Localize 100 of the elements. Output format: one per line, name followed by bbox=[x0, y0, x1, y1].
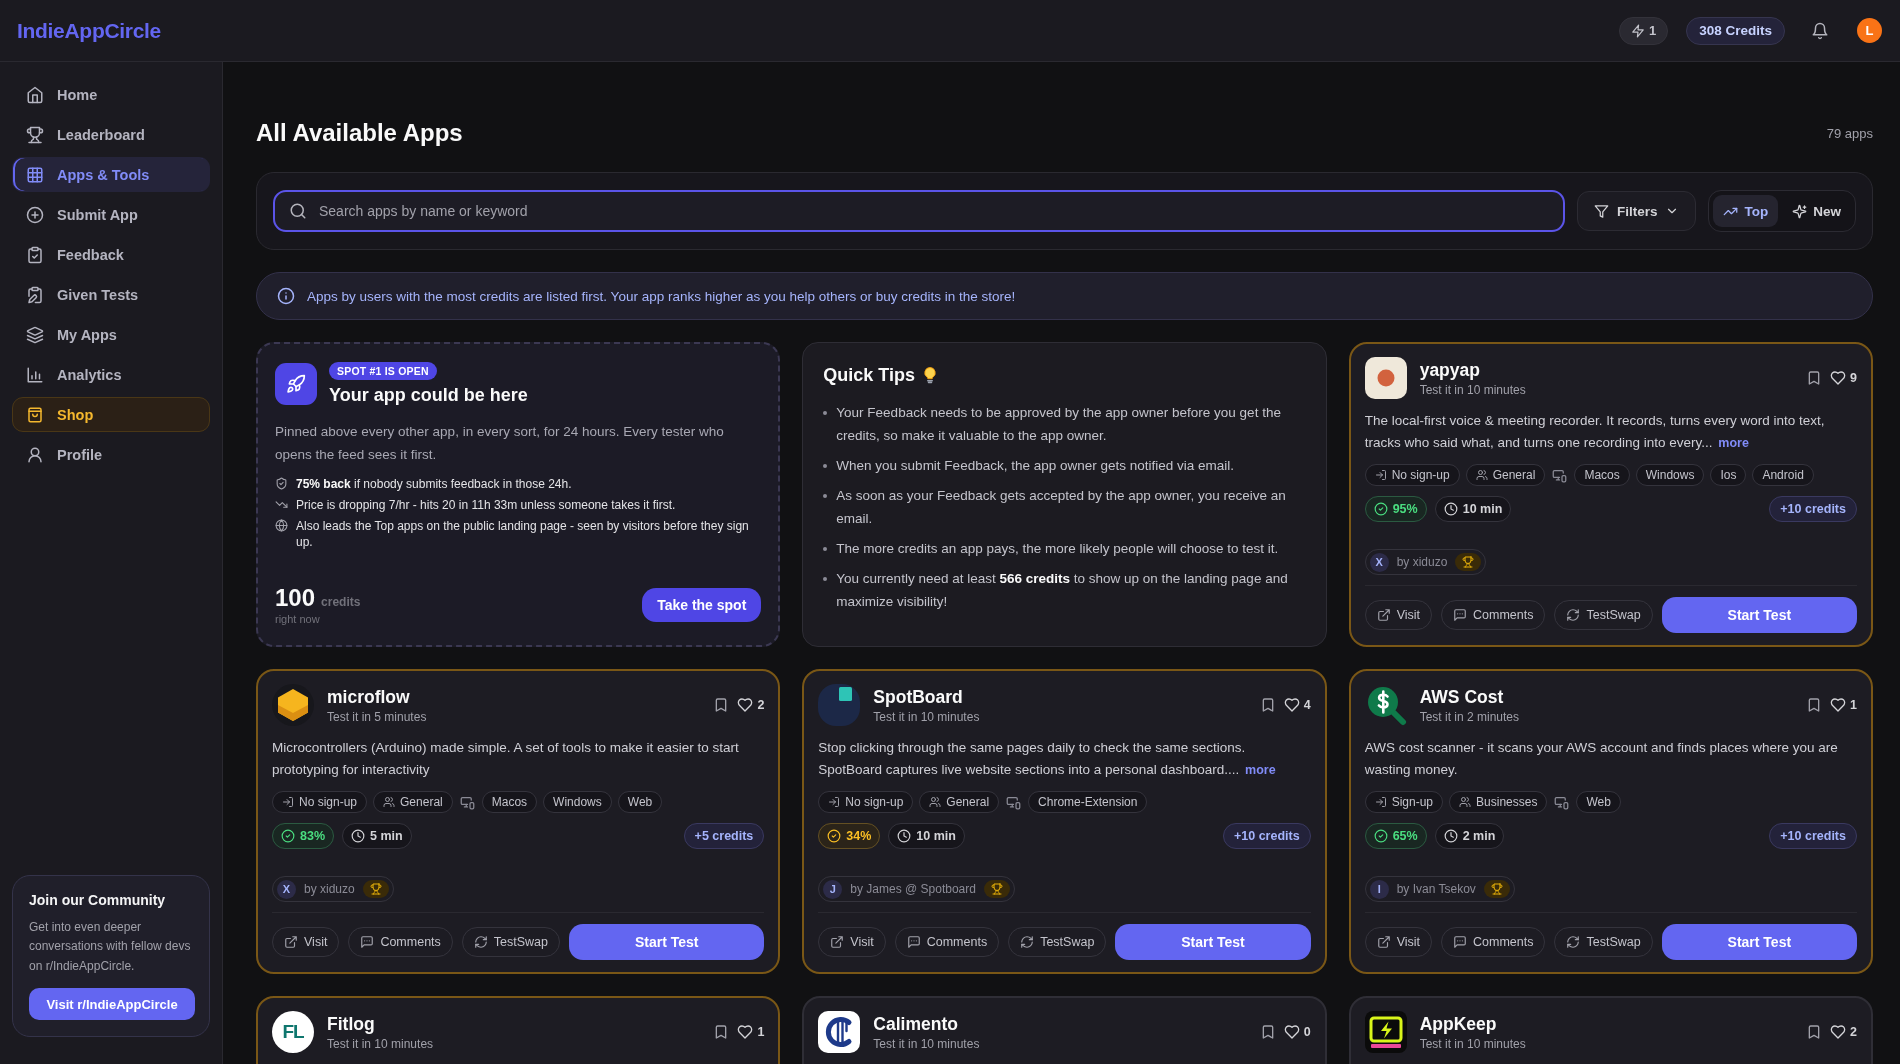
users-icon bbox=[1475, 469, 1488, 481]
clock-icon bbox=[897, 829, 912, 843]
access-tag: No sign-up bbox=[818, 791, 914, 813]
bullet-icon bbox=[823, 577, 828, 581]
audience-tag: General bbox=[1465, 464, 1546, 486]
check-circle-icon bbox=[1373, 502, 1388, 516]
platform-tag: Chrome-Extension bbox=[1028, 791, 1148, 813]
start-test-button[interactable]: Start Test bbox=[1661, 924, 1857, 960]
author-name: by Ivan Tsekov bbox=[1396, 882, 1476, 896]
test-time: Test it in 10 minutes bbox=[1419, 1036, 1527, 1052]
promo-title: Your app could be here bbox=[329, 385, 528, 406]
bell-icon[interactable] bbox=[1811, 21, 1829, 40]
app-name[interactable]: microflow bbox=[327, 686, 701, 708]
bullet-icon bbox=[823, 494, 828, 498]
success-rate: 34% bbox=[818, 823, 881, 849]
test-duration: 5 min bbox=[342, 823, 412, 849]
globe-icon bbox=[275, 519, 288, 532]
platform-tag: Windows bbox=[1635, 464, 1705, 486]
test-duration: 10 min bbox=[1434, 496, 1512, 522]
devices-icon bbox=[1552, 467, 1568, 483]
info-icon bbox=[277, 287, 295, 305]
test-time: Test it in 10 minutes bbox=[873, 709, 981, 725]
boost-button[interactable]: 1 bbox=[1618, 16, 1669, 45]
nav-item[interactable]: Home bbox=[12, 77, 210, 112]
author-avatar: X bbox=[1369, 552, 1389, 572]
clock-icon bbox=[1443, 502, 1458, 516]
devices-icon bbox=[1554, 794, 1570, 810]
trending-down-icon bbox=[275, 498, 288, 511]
refresh-icon bbox=[1566, 935, 1581, 949]
heart-icon bbox=[737, 1024, 754, 1040]
perk-text: Price is dropping 7/hr - hits 20 in 11h 33m unless someone takes it first. bbox=[296, 497, 676, 513]
sort-tab[interactable]: Top bbox=[1713, 195, 1779, 227]
author-avatar: I bbox=[1369, 879, 1389, 899]
app-logo bbox=[818, 1011, 861, 1053]
sort-tab[interactable]: New bbox=[1782, 195, 1851, 227]
nav-item[interactable]: Analytics bbox=[12, 357, 210, 392]
nav-item[interactable]: Given Tests bbox=[12, 277, 210, 312]
nav-item[interactable]: Feedback bbox=[12, 237, 210, 272]
access-tag: No sign-up bbox=[272, 791, 368, 813]
search-field[interactable]: Search apps by name or keyword bbox=[273, 190, 1565, 232]
nav-item[interactable]: Submit App bbox=[12, 197, 210, 232]
clock-icon bbox=[351, 829, 366, 843]
users-icon bbox=[929, 796, 942, 808]
start-test-button[interactable]: Start Test bbox=[1115, 924, 1311, 960]
nav-item[interactable]: My Apps bbox=[12, 317, 210, 352]
heart-icon bbox=[1283, 1024, 1300, 1040]
test-time: Test it in 10 minutes bbox=[327, 1036, 435, 1052]
like-button[interactable]: 4 bbox=[1283, 697, 1311, 713]
like-button[interactable]: 0 bbox=[1283, 1024, 1311, 1040]
nav-item[interactable]: Leaderboard bbox=[12, 117, 210, 152]
app-name[interactable]: SpotBoard bbox=[873, 686, 1247, 708]
tip-text: When you submit Feedback, the app owner gets notified via email. bbox=[836, 457, 1235, 475]
app-name[interactable]: Calimento bbox=[873, 1013, 1247, 1035]
app-logo bbox=[818, 684, 861, 726]
credits-button[interactable]: 308 Credits bbox=[1686, 16, 1785, 45]
users-icon bbox=[1459, 796, 1472, 808]
app-logo-text[interactable]: IndieAppCircle bbox=[17, 18, 161, 43]
bar-chart-icon bbox=[26, 365, 44, 384]
filter-icon bbox=[1593, 203, 1609, 219]
plus-circle-icon bbox=[26, 205, 44, 224]
more-link[interactable]: more bbox=[1718, 436, 1749, 450]
nav-item[interactable]: Profile bbox=[12, 437, 210, 472]
trophy-icon bbox=[1455, 553, 1482, 571]
more-link[interactable]: more bbox=[1245, 763, 1276, 777]
house-icon bbox=[26, 85, 44, 104]
like-button[interactable]: 9 bbox=[1830, 370, 1857, 386]
like-button[interactable]: 1 bbox=[1830, 697, 1857, 713]
info-text: Apps by users with the most credits are listed first. Your app ranks higher as you help others or buy credits in the store! bbox=[307, 288, 1016, 304]
app-name[interactable]: Fitlog bbox=[327, 1013, 701, 1035]
refresh-icon bbox=[1566, 608, 1581, 622]
nav-item[interactable]: Shop bbox=[12, 397, 210, 432]
sign-in-icon bbox=[1374, 796, 1387, 808]
platform-tag: Web bbox=[1576, 791, 1621, 813]
nav-item[interactable]: Apps & Tools bbox=[12, 157, 210, 192]
like-button[interactable]: 2 bbox=[737, 697, 765, 713]
start-test-button[interactable]: Start Test bbox=[569, 924, 765, 960]
comment-icon bbox=[1453, 935, 1468, 949]
heart-icon bbox=[1830, 697, 1847, 713]
test-duration: 2 min bbox=[1434, 823, 1505, 849]
like-button[interactable]: 1 bbox=[737, 1024, 765, 1040]
filters-button[interactable]: Filters bbox=[1576, 191, 1697, 231]
access-tag: No sign-up bbox=[1364, 464, 1460, 486]
app-name[interactable]: AWS Cost bbox=[1419, 686, 1794, 708]
audience-tag: General bbox=[373, 791, 453, 813]
app-logo bbox=[1364, 1011, 1407, 1053]
credit-reward: +5 credits bbox=[683, 823, 765, 849]
app-name[interactable]: AppKeep bbox=[1419, 1013, 1794, 1035]
perk-text: 75% back if nobody submits feedback in those 24h. bbox=[296, 476, 572, 492]
take-spot-button[interactable]: Take the spot bbox=[642, 588, 762, 622]
devices-icon bbox=[1006, 794, 1022, 810]
like-button[interactable]: 2 bbox=[1830, 1024, 1857, 1040]
app-name[interactable]: yapyap bbox=[1419, 359, 1794, 381]
visit-community-button[interactable]: Visit r/IndieAppCircle bbox=[29, 988, 195, 1020]
audience-tag: General bbox=[919, 791, 1000, 813]
sign-in-icon bbox=[282, 796, 294, 808]
tip-text: You currently need at least 566 credits to show up on the landing page and maximize visibility! bbox=[836, 570, 1289, 611]
app-count: 79 apps bbox=[1826, 125, 1873, 141]
start-test-button[interactable]: Start Test bbox=[1661, 597, 1857, 633]
test-time: Test it in 5 minutes bbox=[327, 709, 428, 725]
success-rate: 65% bbox=[1364, 823, 1427, 849]
